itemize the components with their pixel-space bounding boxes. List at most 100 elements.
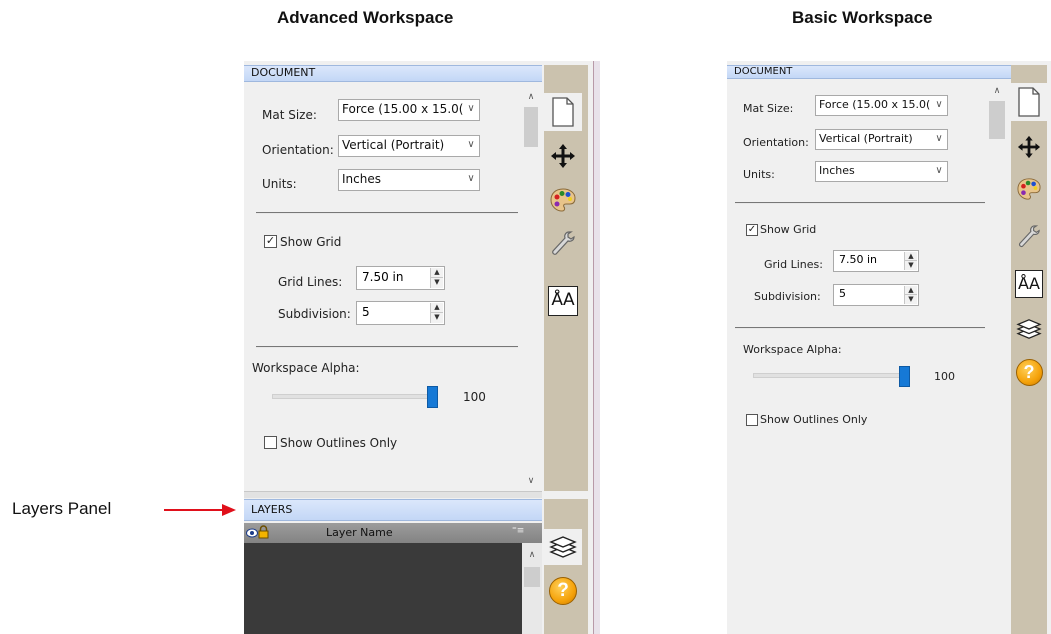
- layers-list[interactable]: [244, 543, 522, 634]
- color-tab[interactable]: [1011, 173, 1047, 205]
- subdivision-spinner[interactable]: 5 ▲ ▼: [356, 301, 445, 325]
- layers-panel-callout: Layers Panel: [12, 499, 111, 519]
- spinner-buttons[interactable]: ▲ ▼: [430, 303, 443, 323]
- spin-up-icon[interactable]: ▲: [905, 286, 917, 295]
- mat-size-label: Mat Size:: [743, 102, 794, 115]
- move-tab[interactable]: [1011, 131, 1047, 163]
- text-tab[interactable]: ÅA: [544, 283, 582, 319]
- spin-up-icon[interactable]: ▲: [905, 252, 917, 261]
- mat-size-select[interactable]: Force (15.00 x 15.0( ∨: [338, 99, 480, 121]
- palette-icon: [1017, 178, 1041, 200]
- show-outlines-checkbox[interactable]: [746, 414, 758, 426]
- move-icon: [551, 144, 575, 168]
- show-grid-checkbox[interactable]: ✓: [264, 235, 277, 248]
- separator: [735, 202, 985, 204]
- scroll-up-icon[interactable]: ∧: [522, 549, 542, 560]
- mat-size-value: Force (15.00 x 15.0(: [819, 98, 931, 111]
- scrollbar-thumb[interactable]: [524, 567, 540, 587]
- settings-tab[interactable]: [1011, 221, 1047, 253]
- help-icon: ?: [549, 577, 577, 605]
- show-grid-checkbox[interactable]: ✓: [746, 224, 758, 236]
- orientation-value: Vertical (Portrait): [819, 132, 913, 145]
- workspace-alpha-track[interactable]: [272, 394, 434, 399]
- show-outlines-label: Show Outlines Only: [280, 436, 398, 450]
- units-select[interactable]: Inches ∨: [338, 169, 480, 191]
- scrollbar-thumb[interactable]: [524, 107, 538, 147]
- basic-workspace-heading: Basic Workspace: [792, 8, 933, 27]
- help-icon: ?: [1015, 358, 1043, 386]
- document-tab[interactable]: [1011, 83, 1047, 121]
- document-scrollbar[interactable]: ∧ ∨: [522, 87, 540, 489]
- mat-size-label: Mat Size:: [262, 108, 317, 122]
- color-tab[interactable]: [544, 183, 582, 217]
- scroll-up-icon[interactable]: ∧: [522, 91, 540, 102]
- layers-icon: [549, 536, 577, 558]
- layers-scrollbar[interactable]: ∧: [522, 543, 542, 634]
- spinner-buttons[interactable]: ▲ ▼: [904, 286, 917, 304]
- scroll-up-icon[interactable]: ∧: [987, 85, 1007, 96]
- document-icon: [552, 97, 574, 127]
- move-icon: [1017, 135, 1041, 159]
- move-tab[interactable]: [544, 139, 582, 173]
- mat-size-value: Force (15.00 x 15.0(: [342, 102, 464, 116]
- orientation-select[interactable]: Vertical (Portrait) ∨: [815, 129, 948, 150]
- spin-down-icon[interactable]: ▼: [905, 295, 917, 304]
- spinner-buttons[interactable]: ▲ ▼: [430, 268, 443, 288]
- subdivision-label: Subdivision:: [278, 307, 351, 321]
- document-tab[interactable]: [544, 93, 582, 131]
- spin-up-icon[interactable]: ▲: [431, 303, 443, 313]
- text-icon-glyph: ÅA: [1018, 274, 1040, 293]
- separator: [735, 327, 985, 329]
- workspace-alpha-track[interactable]: [753, 373, 905, 378]
- lock-icon[interactable]: [258, 525, 269, 539]
- subdivision-label: Subdivision:: [754, 290, 821, 303]
- orientation-select[interactable]: Vertical (Portrait) ∨: [338, 135, 480, 157]
- document-panel-title: DOCUMENT: [251, 66, 316, 79]
- wrench-icon: [1018, 225, 1040, 248]
- spin-down-icon[interactable]: ▼: [905, 261, 917, 270]
- text-tab[interactable]: ÅA: [1011, 267, 1047, 301]
- workspace-alpha-label: Workspace Alpha:: [743, 343, 842, 356]
- show-outlines-checkbox[interactable]: [264, 436, 277, 449]
- basic-workspace: DOCUMENT Mat Size: Force (15.00 x 15.0( …: [727, 61, 1051, 634]
- help-icon-glyph: ?: [557, 580, 569, 601]
- spinner-buttons[interactable]: ▲ ▼: [904, 252, 917, 270]
- spin-up-icon[interactable]: ▲: [431, 268, 443, 278]
- layers-tab[interactable]: [1011, 313, 1047, 345]
- eye-icon[interactable]: [246, 528, 258, 538]
- workspace-alpha-thumb[interactable]: [899, 366, 910, 387]
- grid-lines-spinner[interactable]: 7.50 in ▲ ▼: [356, 266, 445, 290]
- document-scrollbar[interactable]: ∧: [987, 81, 1007, 634]
- chevron-down-icon: ∨: [935, 165, 943, 176]
- grid-lines-spinner[interactable]: 7.50 in ▲ ▼: [833, 250, 919, 272]
- chevron-down-icon: ∨: [467, 103, 475, 114]
- units-select[interactable]: Inches ∨: [815, 161, 948, 182]
- help-tab[interactable]: ?: [544, 573, 582, 609]
- show-grid-label: Show Grid: [280, 235, 342, 249]
- layers-panel-title: LAYERS: [251, 503, 293, 516]
- scrollbar-thumb[interactable]: [989, 101, 1005, 139]
- workspace-alpha-label: Workspace Alpha:: [252, 361, 360, 375]
- document-panel-header: DOCUMENT: [727, 65, 1011, 79]
- document-icon: [1018, 87, 1040, 117]
- scroll-down-icon[interactable]: ∨: [522, 475, 540, 486]
- settings-tab[interactable]: [544, 227, 582, 261]
- grid-lines-label: Grid Lines:: [764, 258, 823, 271]
- subdivision-spinner[interactable]: 5 ▲ ▼: [833, 284, 919, 306]
- spin-down-icon[interactable]: ▼: [431, 313, 443, 323]
- mat-size-select[interactable]: Force (15.00 x 15.0( ∨: [815, 95, 948, 116]
- help-icon-glyph: ?: [1023, 361, 1035, 382]
- workspace-alpha-value: 100: [463, 390, 486, 404]
- layers-menu-icon[interactable]: ⁼≡: [512, 526, 524, 536]
- help-tab[interactable]: ?: [1011, 355, 1047, 389]
- document-panel-header: DOCUMENT: [244, 65, 542, 82]
- chevron-down-icon: ∨: [467, 139, 475, 150]
- spin-down-icon[interactable]: ▼: [431, 278, 443, 288]
- show-grid-label: Show Grid: [760, 223, 817, 236]
- callout-label: Layers Panel: [12, 499, 112, 518]
- layers-tab[interactable]: [544, 529, 582, 565]
- show-outlines-label: Show Outlines Only: [760, 413, 868, 426]
- workspace-alpha-thumb[interactable]: [427, 386, 438, 408]
- wrench-icon: [552, 231, 575, 255]
- layers-icon: [1016, 319, 1042, 339]
